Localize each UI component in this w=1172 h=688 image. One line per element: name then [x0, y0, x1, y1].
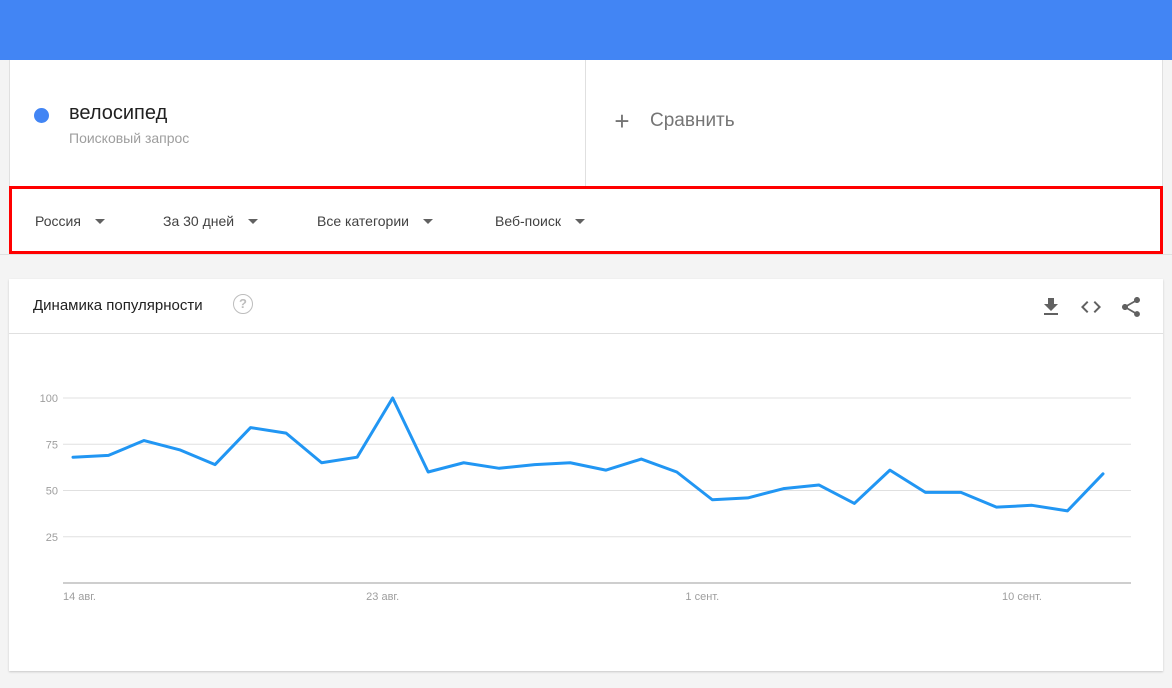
caret-down-icon — [94, 218, 105, 224]
filter-bar: Россия За 30 дней Все категории Веб-поис… — [9, 186, 1163, 254]
y-tick-label: 25 — [46, 532, 58, 544]
compare-label: Сравнить — [650, 110, 735, 131]
category-filter-dropdown[interactable]: Все категории — [317, 213, 433, 229]
category-filter-label: Все категории — [317, 213, 409, 229]
x-tick-label: 23 авг. — [366, 591, 399, 603]
time-range-filter-dropdown[interactable]: За 30 дней — [163, 213, 259, 229]
search-term-type: Поисковый запрос — [69, 130, 190, 146]
y-tick-label: 100 — [40, 393, 58, 405]
region-filter-label: Россия — [35, 213, 81, 229]
x-tick-label: 10 сент. — [1002, 591, 1042, 603]
region-filter-dropdown[interactable]: Россия — [35, 213, 105, 229]
series-line — [71, 396, 1105, 513]
term-divider — [585, 60, 586, 186]
series-color-dot — [34, 108, 49, 123]
search-term-card: велосипед Поисковый запрос + Сравнить — [9, 60, 1163, 186]
trend-line-chart: 100 75 50 25 14 авг. 23 авг. 1 сент. 10 сент. — [40, 393, 1131, 603]
x-tick-label: 14 авг. — [63, 591, 96, 603]
top-app-bar — [0, 0, 1172, 60]
caret-down-icon — [574, 218, 585, 224]
search-term-name[interactable]: велосипед — [69, 102, 167, 125]
filter-divider — [0, 254, 1172, 255]
search-type-filter-label: Веб-поиск — [495, 213, 561, 229]
x-tick-label: 1 сент. — [685, 591, 719, 603]
y-tick-label: 50 — [46, 486, 58, 498]
caret-down-icon — [422, 218, 433, 224]
caret-down-icon — [248, 218, 259, 224]
search-type-filter-dropdown[interactable]: Веб-поиск — [495, 213, 585, 229]
y-tick-label: 75 — [46, 439, 58, 451]
compare-button[interactable]: + Сравнить — [610, 106, 735, 136]
plus-icon: + — [614, 106, 630, 136]
interest-over-time-card: Динамика популярности ? 100 75 50 25 14 авг.… — [9, 279, 1163, 671]
time-range-filter-label: За 30 дней — [163, 213, 235, 229]
